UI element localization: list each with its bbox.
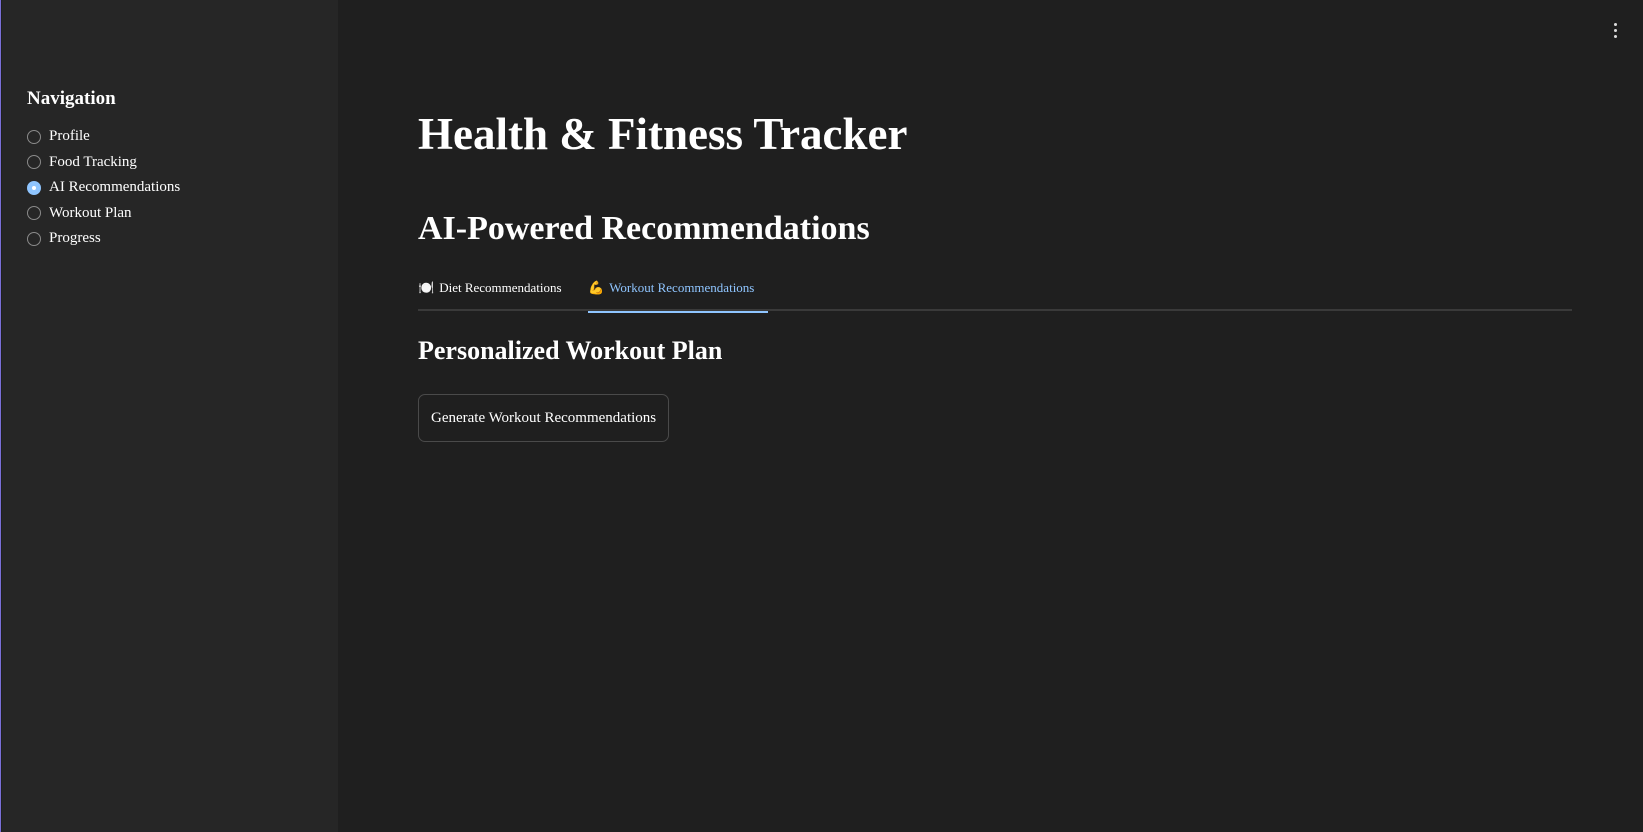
menu-dot bbox=[1613, 34, 1617, 38]
sidebar-item-label: Profile bbox=[49, 128, 90, 145]
radio-button-icon[interactable] bbox=[27, 231, 41, 246]
tab-bar: 🍽️ Diet Recommendations 💪 Workout Recomm… bbox=[418, 270, 1572, 313]
radio-button-selected-icon[interactable] bbox=[27, 180, 41, 195]
sidebar-item-ai-recommendations[interactable]: AI Recommendations bbox=[27, 175, 338, 201]
radio-button-icon[interactable] bbox=[27, 129, 41, 144]
workout-plan-heading: Personalized Workout Plan bbox=[418, 336, 723, 365]
sidebar-title: Navigation bbox=[27, 88, 116, 109]
tab-workout-recommendations[interactable]: 💪 Workout Recommendations bbox=[588, 270, 768, 313]
page-title: Health & Fitness Tracker bbox=[418, 109, 908, 159]
sidebar-item-label: Workout Plan bbox=[49, 204, 132, 221]
menu-dot bbox=[1613, 28, 1617, 32]
sidebar-item-label: AI Recommendations bbox=[49, 179, 181, 196]
tab-diet-recommendations[interactable]: 🍽️ Diet Recommendations bbox=[418, 270, 588, 311]
radio-button-icon[interactable] bbox=[27, 155, 41, 170]
sidebar: Navigation Profile Food Tracking AI Reco… bbox=[2, 0, 338, 832]
sidebar-item-workout-plan[interactable]: Workout Plan bbox=[27, 201, 338, 227]
radio-button-icon[interactable] bbox=[27, 206, 41, 221]
tab-label: Diet Recommendations bbox=[439, 280, 562, 295]
section-title: AI-Powered Recommendations bbox=[418, 210, 870, 247]
sidebar-item-label: Progress bbox=[49, 230, 101, 247]
sidebar-item-food-tracking[interactable]: Food Tracking bbox=[27, 150, 338, 176]
sidebar-item-progress[interactable]: Progress bbox=[27, 226, 338, 252]
sidebar-item-profile[interactable]: Profile bbox=[27, 124, 338, 150]
sidebar-item-label: Food Tracking bbox=[49, 153, 137, 170]
flexed-biceps-icon: 💪 bbox=[588, 280, 605, 295]
plate-icon: 🍽️ bbox=[418, 280, 435, 295]
menu-dot bbox=[1613, 22, 1617, 26]
vertical-ellipsis-icon[interactable] bbox=[1609, 20, 1621, 40]
tab-label: Workout Recommendations bbox=[609, 280, 755, 295]
navigation-radio-group: Profile Food Tracking AI Recommendations… bbox=[27, 124, 338, 252]
generate-workout-recommendations-button[interactable]: Generate Workout Recommendations bbox=[418, 394, 670, 442]
app-window: Navigation Profile Food Tracking AI Reco… bbox=[0, 0, 1643, 832]
